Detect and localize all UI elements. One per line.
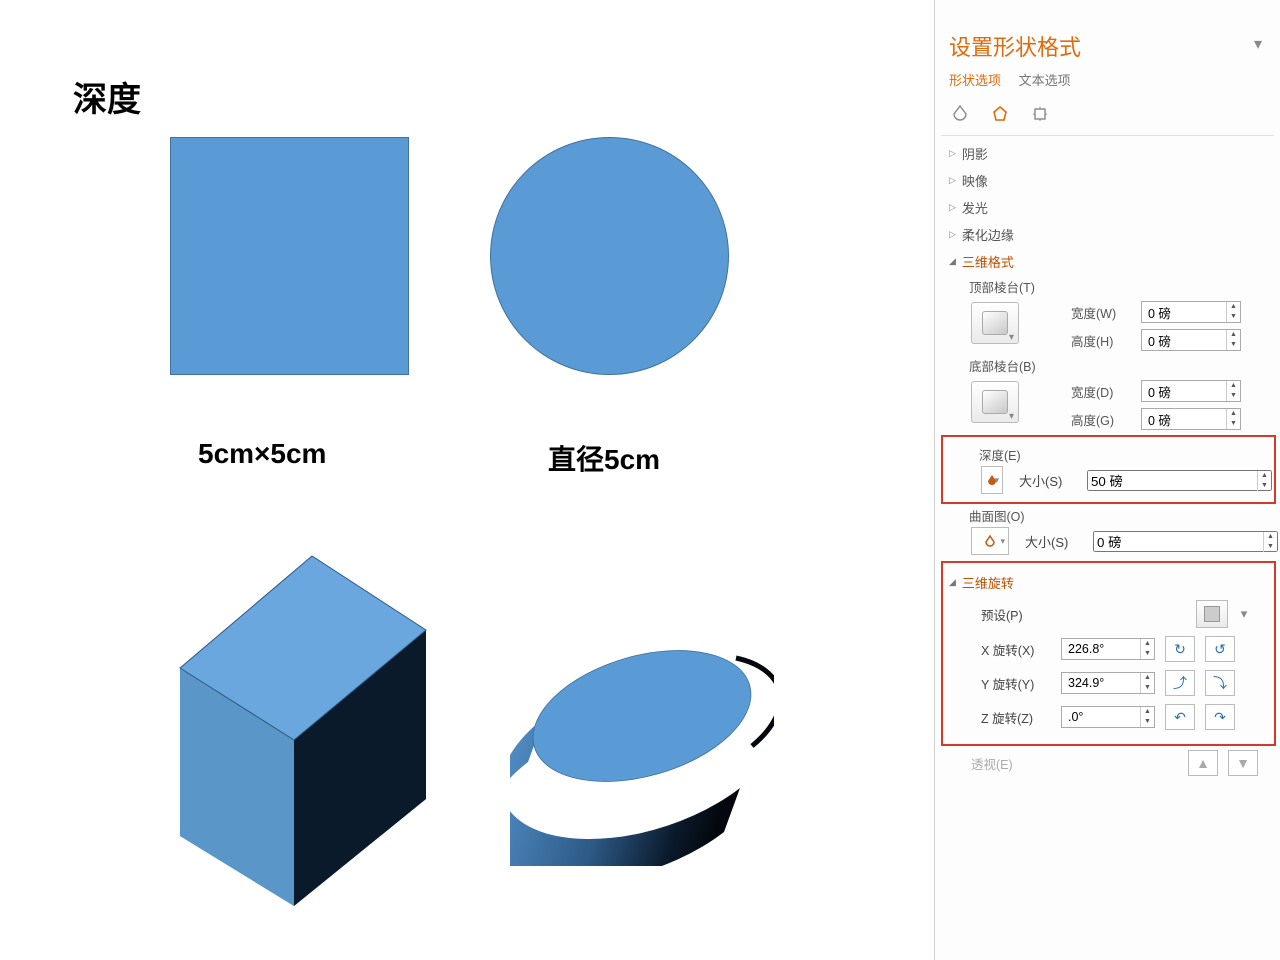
section-3d-format[interactable]: ◢三维格式	[935, 248, 1280, 275]
section-shadow[interactable]: ▷阴影	[935, 140, 1280, 167]
rotation-preset-dropdown[interactable]	[1196, 600, 1228, 628]
z-rotate-cw-button[interactable]: ↷	[1205, 704, 1235, 730]
x-rotate-left-button[interactable]: ↻	[1165, 636, 1195, 662]
section-glow[interactable]: ▷发光	[935, 194, 1280, 221]
depth-color-dropdown[interactable]	[981, 466, 1003, 494]
slide-canvas: 深度 5cm×5cm 直径5cm	[0, 0, 790, 960]
section-softedge[interactable]: ▷柔化边缘	[935, 221, 1280, 248]
shape-circle-2d[interactable]	[490, 137, 729, 375]
contour-color-dropdown[interactable]	[971, 527, 1009, 555]
contour-label: 曲面图(O)	[935, 504, 1280, 527]
spinner[interactable]: ▲▼	[1140, 707, 1154, 727]
bottom-bevel-label: 底部棱台(B)	[935, 354, 1280, 377]
z-rotate-ccw-button[interactable]: ↶	[1165, 704, 1195, 730]
spinner[interactable]: ▲▼	[1226, 381, 1240, 401]
perspective-up-button[interactable]: ▲	[1188, 750, 1218, 776]
tab-text-options[interactable]: 文本选项	[1019, 73, 1071, 92]
section-3d-rotation[interactable]: ◢三维旋转	[945, 569, 1272, 596]
shape-square-2d[interactable]	[170, 137, 409, 375]
depth-size-input[interactable]	[1087, 470, 1272, 491]
panel-icon-tabs	[935, 89, 1280, 135]
shape-cylinder-3d[interactable]	[510, 606, 774, 866]
shape-cube-3d[interactable]	[170, 546, 434, 906]
bottom-bevel-dropdown[interactable]	[971, 381, 1019, 423]
top-bevel-dropdown[interactable]	[971, 302, 1019, 344]
x-rotate-right-button[interactable]: ↺	[1205, 636, 1235, 662]
panel-tabs: 形状选项 文本选项	[935, 68, 1280, 89]
format-shape-panel: ▾ 设置形状格式 形状选项 文本选项 ▷阴影 ▷映像 ▷发光 ▷柔化边缘 ◢三维…	[934, 0, 1280, 960]
panel-menu-chevron-icon[interactable]: ▾	[1254, 34, 1262, 54]
spinner[interactable]: ▲▼	[1257, 471, 1271, 491]
spinner[interactable]: ▲▼	[1226, 302, 1240, 322]
perspective-down-button[interactable]: ▼	[1228, 750, 1258, 776]
spinner[interactable]: ▲▼	[1140, 639, 1154, 659]
size-properties-icon[interactable]	[1029, 103, 1051, 125]
top-bevel-label: 顶部棱台(T)	[935, 275, 1280, 298]
spinner[interactable]: ▲▼	[1226, 330, 1240, 350]
y-rotate-down-button[interactable]: ⤵	[1205, 670, 1235, 696]
effects-icon[interactable]	[989, 103, 1011, 125]
spinner[interactable]: ▲▼	[1226, 409, 1240, 429]
contour-size-input[interactable]	[1093, 531, 1278, 552]
section-reflection[interactable]: ▷映像	[935, 167, 1280, 194]
y-rotate-up-button[interactable]: ⤴	[1165, 670, 1195, 696]
spinner[interactable]: ▲▼	[1140, 673, 1154, 693]
label-square-dim: 5cm×5cm	[198, 438, 326, 470]
spinner[interactable]: ▲▼	[1263, 532, 1277, 552]
label-depth-title: 深度	[73, 72, 141, 121]
tab-shape-options[interactable]: 形状选项	[949, 73, 1001, 92]
fill-line-icon[interactable]	[949, 103, 971, 125]
label-circle-dim: 直径5cm	[548, 438, 660, 478]
panel-title: 设置形状格式	[935, 0, 1280, 68]
depth-label: 深度(E)	[945, 443, 1272, 466]
